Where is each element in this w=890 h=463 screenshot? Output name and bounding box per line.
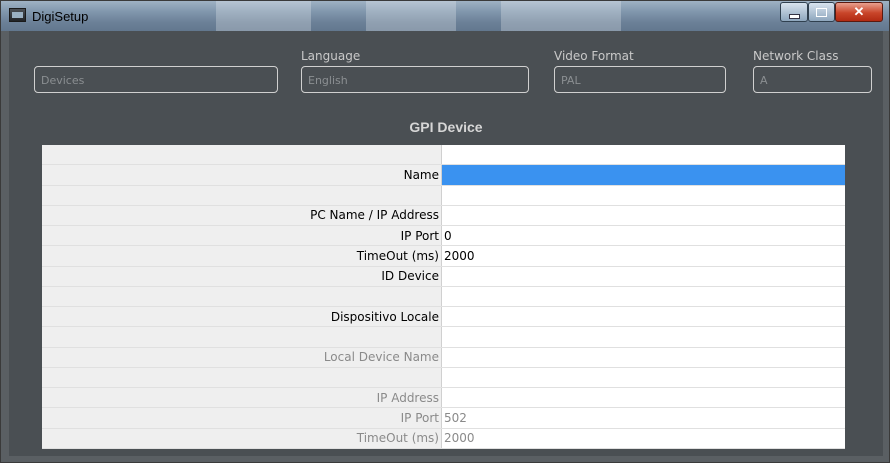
devices-field[interactable]: Devices <box>34 66 278 93</box>
local-timeout-value-field: 2000 <box>441 428 845 450</box>
local-ip-address-value-field <box>441 387 845 409</box>
minimize-icon <box>788 14 800 19</box>
grid-row-local-ip-address: IP Address <box>42 387 845 409</box>
grid-row-dispositivo-locale[interactable]: Dispositivo Locale <box>42 306 845 328</box>
main-panel: Devices Language English Video Format PA… <box>9 31 883 456</box>
grid-label <box>42 367 442 389</box>
grid-row-local-device-name: Local Device Name <box>42 347 845 368</box>
maximize-icon <box>816 8 827 17</box>
grid-label <box>42 185 442 206</box>
timeout-value-field[interactable]: 2000 <box>441 245 845 267</box>
grid-value[interactable] <box>441 326 845 348</box>
grid-row <box>42 367 845 389</box>
titlebar-glare <box>366 1 456 31</box>
close-button[interactable]: ✕ <box>835 2 883 22</box>
grid-label <box>42 286 442 308</box>
dispositivo-locale-value-field[interactable] <box>441 306 845 328</box>
grid-row-id-device[interactable]: ID Device <box>42 266 845 287</box>
grid-row[interactable] <box>42 145 845 166</box>
grid-label <box>42 145 442 166</box>
minimize-button[interactable] <box>780 2 808 22</box>
grid-value[interactable] <box>441 145 845 166</box>
grid-value[interactable] <box>441 185 845 206</box>
pc-name-value-field[interactable] <box>441 205 845 227</box>
app-window: DigiSetup ✕ Devices Language English Vid… <box>0 0 890 463</box>
section-title: GPI Device <box>409 119 483 135</box>
titlebar-glare <box>501 1 621 31</box>
close-icon: ✕ <box>853 4 865 19</box>
grid-label: TimeOut (ms) <box>42 245 442 267</box>
ip-port-value-field[interactable]: 0 <box>441 225 845 247</box>
grid-row-name[interactable]: Name <box>42 164 845 186</box>
app-window-icon[interactable] <box>9 8 26 22</box>
id-device-value-field[interactable] <box>441 266 845 287</box>
grid-row-local-timeout: TimeOut (ms) 2000 <box>42 428 845 450</box>
grid-label: TimeOut (ms) <box>42 428 442 450</box>
grid-label: Name <box>42 164 442 186</box>
video-format-label: Video Format <box>554 49 634 63</box>
grid-label <box>42 326 442 348</box>
grid-row-pc-name[interactable]: PC Name / IP Address <box>42 205 845 227</box>
local-ip-port-value-field: 502 <box>441 407 845 429</box>
grid-label: IP Port <box>42 225 442 247</box>
window-title: DigiSetup <box>32 9 89 24</box>
grid-row-local-ip-port: IP Port 502 <box>42 407 845 429</box>
grid-row[interactable] <box>42 286 845 308</box>
video-format-field[interactable]: PAL <box>554 66 726 93</box>
language-label: Language <box>301 49 361 63</box>
language-field[interactable]: English <box>301 66 529 93</box>
grid-label: Local Device Name <box>42 347 442 368</box>
network-class-field[interactable]: A <box>753 66 872 93</box>
grid-label: PC Name / IP Address <box>42 205 442 227</box>
title-bar[interactable]: DigiSetup ✕ <box>1 1 889 31</box>
grid-label: IP Address <box>42 387 442 409</box>
titlebar-glare <box>216 1 311 31</box>
grid-row[interactable] <box>42 185 845 206</box>
grid-label: ID Device <box>42 266 442 287</box>
properties-grid: Name PC Name / IP Address IP Port 0 TimeO… <box>42 145 845 450</box>
grid-label: IP Port <box>42 407 442 429</box>
local-device-name-value-field <box>441 347 845 368</box>
grid-value <box>441 367 845 389</box>
grid-row-timeout[interactable]: TimeOut (ms) 2000 <box>42 245 845 267</box>
grid-row-ip-port[interactable]: IP Port 0 <box>42 225 845 247</box>
network-class-label: Network Class <box>753 49 839 63</box>
name-value-field[interactable] <box>441 164 845 186</box>
maximize-button[interactable] <box>808 2 835 22</box>
grid-row[interactable] <box>42 326 845 348</box>
grid-value[interactable] <box>441 286 845 308</box>
grid-label: Dispositivo Locale <box>42 306 442 328</box>
